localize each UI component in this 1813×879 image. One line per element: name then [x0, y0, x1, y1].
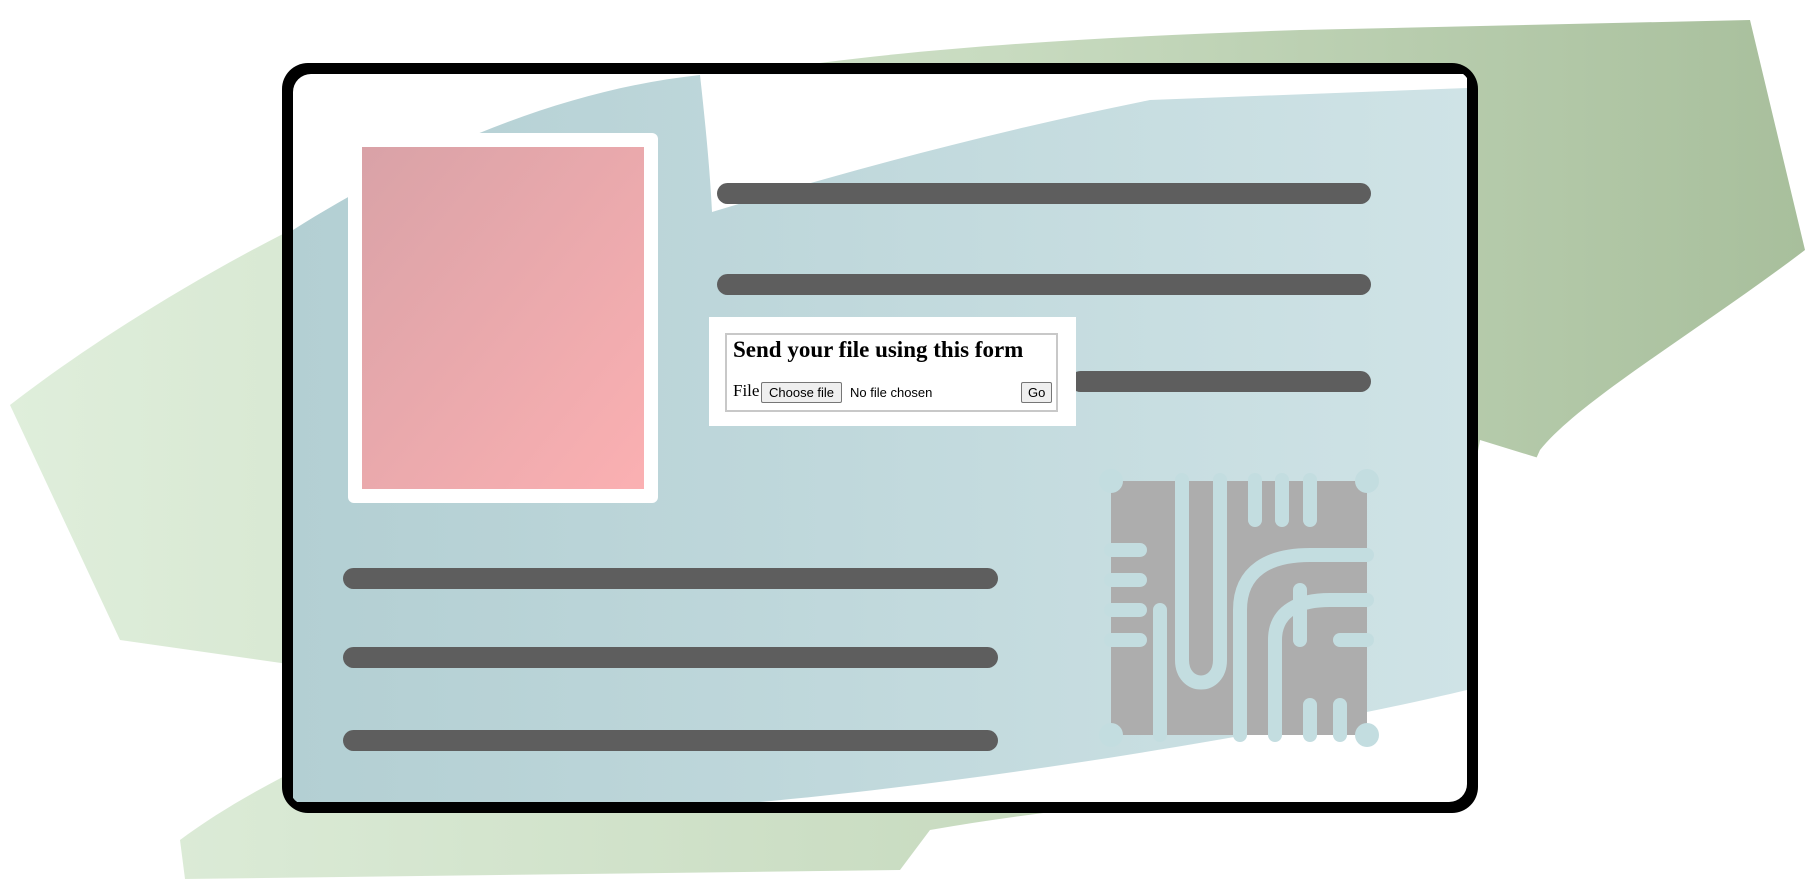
id-card-illustration: [10, 20, 1805, 879]
no-file-status: No file chosen: [850, 385, 933, 400]
choose-file-button[interactable]: Choose file: [761, 382, 843, 403]
photo-placeholder: [348, 133, 658, 503]
go-button[interactable]: Go: [1021, 382, 1053, 403]
form-title: Send your file using this form: [733, 337, 1024, 362]
chip-pattern: [1099, 469, 1379, 747]
file-label: File: [733, 381, 760, 400]
upload-form: Send your file using this form File Choo…: [725, 333, 1058, 412]
file-row: File Choose file No file chosen Go: [733, 381, 1054, 403]
upload-form-panel: Send your file using this form File Choo…: [709, 317, 1076, 426]
